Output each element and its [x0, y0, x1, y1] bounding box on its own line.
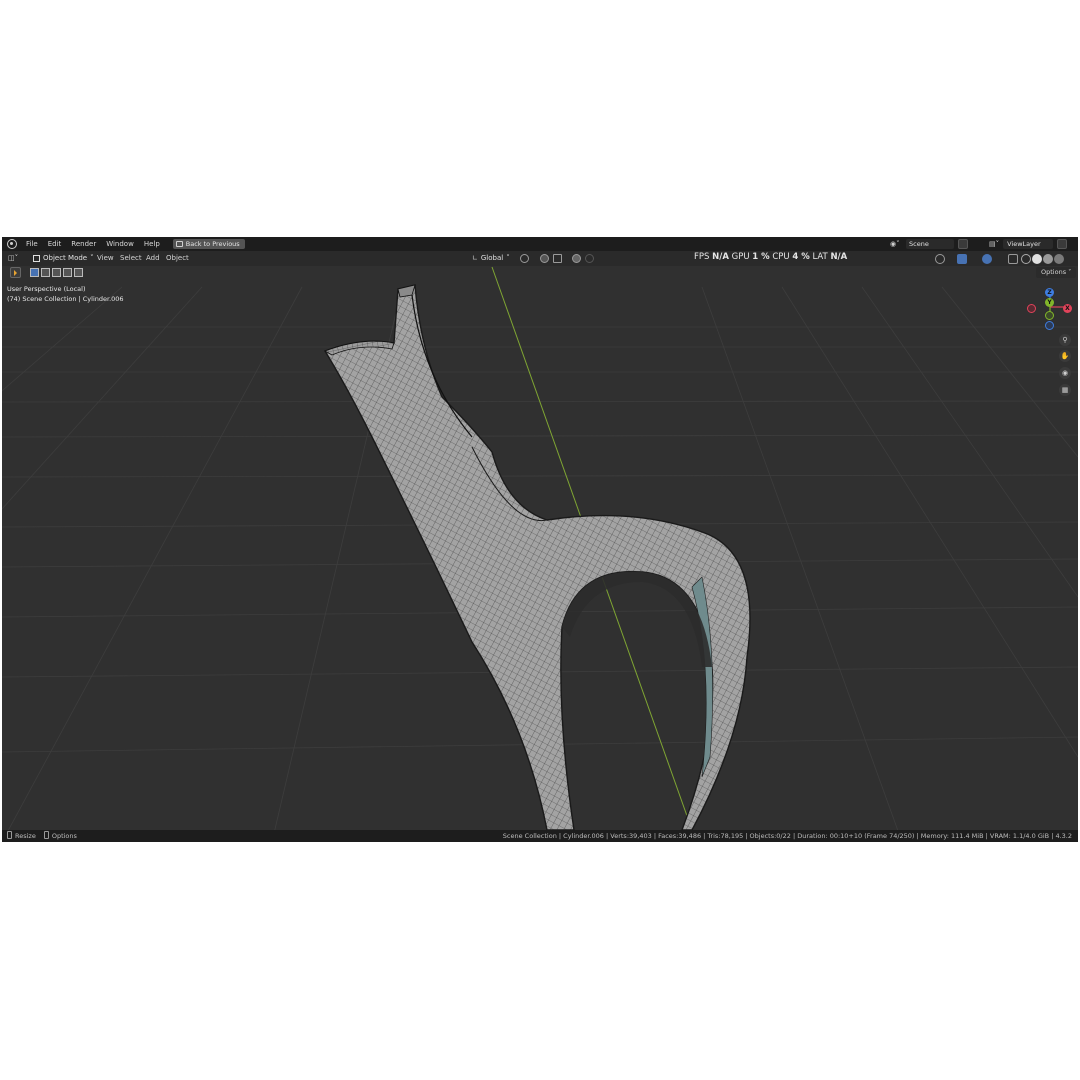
proportional-edit-icon[interactable] [572, 254, 581, 263]
scene-icon[interactable]: ◉˅ [890, 240, 902, 248]
gizmo-neg-x-axis[interactable] [1027, 304, 1036, 313]
transform-orientation-dropdown[interactable]: ∟ Global ˅ [472, 253, 510, 264]
menu-select[interactable]: Select [120, 251, 142, 266]
pivot-icon[interactable] [520, 254, 529, 263]
blender-window: File Edit Render Window Help Back to Pre… [2, 237, 1078, 842]
select-subtract-icon[interactable] [52, 268, 61, 277]
select-invert-icon[interactable] [63, 268, 72, 277]
lat-value: N/A [830, 252, 848, 262]
status-resize: Resize [7, 830, 36, 842]
menu-view[interactable]: View [97, 251, 114, 266]
gpu-label: GPU [731, 252, 750, 262]
mouse-icon [43, 831, 49, 839]
object-mode-label: Object Mode [43, 254, 88, 262]
falloff-icon[interactable] [585, 254, 594, 263]
status-resize-label: Resize [15, 832, 36, 840]
gizmo-z-axis[interactable]: Z [1045, 288, 1054, 297]
menu-render[interactable]: Render [66, 237, 101, 251]
scene-selector: ◉˅ Scene [890, 239, 968, 249]
viewport-collection-info: (74) Scene Collection | Cylinder.006 [7, 295, 124, 303]
editor-type-icon[interactable]: ◫˅ [8, 251, 18, 266]
overlay-toggle-icon[interactable] [982, 254, 992, 264]
camera-view-icon[interactable]: ◉ [1059, 367, 1071, 379]
chevron-down-icon: ˅ [506, 254, 510, 262]
view-layer-selector: ▤˅ ViewLayer [989, 239, 1068, 249]
options-label: Options [1041, 268, 1067, 276]
new-view-layer-icon[interactable] [1057, 239, 1068, 249]
object-mode-dropdown[interactable]: Object Mode ˅ [29, 253, 98, 264]
wireframe-shading-icon[interactable] [1021, 254, 1031, 264]
zoom-icon[interactable]: ⚲ [1059, 334, 1071, 346]
viewport-header: ◫˅ Object Mode ˅ View Select Add Object … [2, 251, 1078, 266]
gpu-value: 1 % [752, 252, 770, 262]
cube-icon [33, 255, 40, 262]
blender-logo-icon[interactable] [7, 239, 17, 249]
select-extend-icon[interactable] [41, 268, 50, 277]
snap-icon[interactable] [540, 254, 549, 263]
gizmo-x-axis[interactable]: X [1063, 304, 1072, 313]
cpu-value: 4 % [792, 252, 810, 262]
snap-target-icon[interactable] [553, 254, 562, 263]
pan-hand-icon[interactable]: ✋ [1059, 350, 1071, 362]
chevron-down-icon: ˅ [90, 254, 94, 262]
gizmo-neg-z-axis[interactable] [1045, 321, 1054, 330]
rendered-shading-icon[interactable] [1054, 254, 1064, 264]
back-to-previous-button[interactable]: Back to Previous [172, 239, 245, 249]
options-dropdown[interactable]: Options ˅ [1036, 267, 1076, 278]
visibility-icon[interactable] [935, 254, 945, 264]
scene-statistics: Scene Collection | Cylinder.006 | Verts:… [502, 832, 1072, 840]
back-to-previous-label: Back to Previous [185, 240, 240, 248]
xray-toggle-icon[interactable] [1008, 254, 1018, 264]
menu-window[interactable]: Window [101, 237, 139, 251]
view-layer-name-field[interactable]: ViewLayer [1003, 239, 1054, 249]
menu-object[interactable]: Object [166, 251, 189, 266]
new-scene-icon[interactable] [958, 239, 968, 249]
menu-add[interactable]: Add [146, 251, 160, 266]
viewport-perspective-label: User Perspective (Local) [7, 285, 86, 293]
gizmo-y-axis[interactable]: Y [1045, 298, 1054, 307]
solid-shading-icon[interactable] [1032, 254, 1042, 264]
menu-edit[interactable]: Edit [43, 237, 67, 251]
menu-help[interactable]: Help [139, 237, 165, 251]
screen-icon [175, 241, 183, 247]
view-layer-icon[interactable]: ▤˅ [989, 240, 999, 248]
perspective-toggle-icon[interactable]: ▦ [1059, 384, 1071, 396]
performance-stats: FPS N/A GPU 1 % CPU 4 % LAT N/A [694, 251, 847, 264]
gizmo-toggle-icon[interactable] [957, 254, 967, 264]
transform-orientation-label: Global [480, 254, 504, 262]
material-shading-icon[interactable] [1043, 254, 1053, 264]
status-options-label: Options [51, 832, 77, 840]
mouse-icon [7, 831, 12, 839]
select-tool-icon[interactable] [10, 267, 21, 278]
cpu-label: CPU [772, 252, 790, 262]
lat-label: LAT [812, 252, 828, 262]
gizmo-neg-y-axis[interactable] [1045, 311, 1054, 320]
viewport-3d[interactable] [2, 237, 1078, 842]
menu-file[interactable]: File [21, 237, 43, 251]
scene-name-field[interactable]: Scene [906, 239, 954, 249]
top-bar: File Edit Render Window Help Back to Pre… [2, 237, 1078, 251]
status-options: Options [43, 830, 77, 842]
fps-label: FPS [694, 252, 710, 262]
select-new-icon[interactable] [30, 268, 39, 277]
fps-value: N/A [712, 252, 729, 262]
select-intersect-icon[interactable] [74, 268, 83, 277]
axis-icon: ∟ [472, 254, 478, 262]
status-bar: Resize Options Scene Collection | Cylind… [2, 830, 1078, 842]
